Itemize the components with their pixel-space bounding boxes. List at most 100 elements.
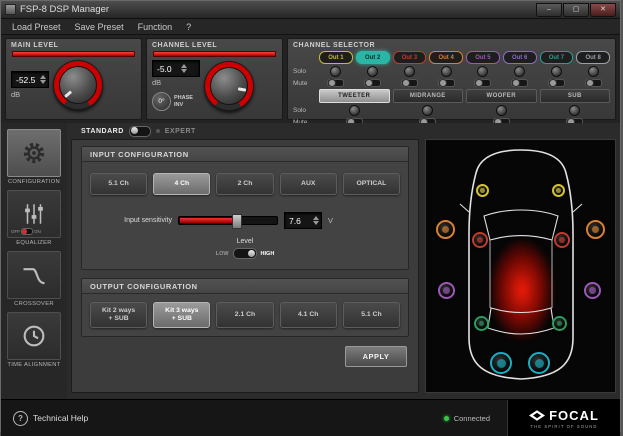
output-kit-3-ways-button[interactable]: Kit 3 ways + SUB (153, 302, 210, 328)
kit-sub-label: + SUB (108, 315, 128, 323)
speaker-rear-right[interactable] (584, 282, 601, 299)
out-8-button[interactable]: Out 8 (576, 51, 610, 64)
mute-toggle-out-4[interactable] (438, 79, 455, 87)
mute-toggle-out-5[interactable] (474, 79, 491, 87)
mute-toggle-out-7[interactable] (548, 79, 565, 87)
speaker-rear-left[interactable] (438, 282, 455, 299)
standard-mode-label: STANDARD (81, 128, 124, 135)
input-sensitivity-spinner[interactable]: 7.6 (284, 212, 322, 229)
clock-icon (20, 322, 48, 350)
sidebar-item-crossover[interactable]: CROSSOVER (7, 251, 61, 307)
mode-toggle-row: STANDARD EXPERT (69, 123, 421, 139)
solo-knob-woofer[interactable] (496, 105, 507, 116)
spinner-up-icon[interactable] (181, 64, 187, 68)
solo-knob-out-8[interactable] (588, 66, 599, 77)
content-column: STANDARD EXPERT INPUT CONFIGURATION 5.1 … (69, 123, 421, 399)
solo-knob-out-6[interactable] (514, 66, 525, 77)
out-1-button[interactable]: Out 1 (319, 51, 353, 64)
main-level-panel: MAIN LEVEL -52.5 dB (5, 38, 142, 120)
spinner-up-icon[interactable] (40, 75, 46, 79)
input-2ch-button[interactable]: 2 Ch (216, 173, 273, 195)
solo-knob-midrange[interactable] (422, 105, 433, 116)
speaker-front-tweeter-left[interactable] (476, 184, 489, 197)
solo-knob-out-5[interactable] (477, 66, 488, 77)
menu-help[interactable]: ? (179, 22, 198, 32)
input-sensitivity-label: Input sensitivity (108, 217, 172, 224)
window-title: FSP-8 DSP Manager (20, 4, 535, 15)
mute-toggle-out-1[interactable] (327, 79, 344, 87)
speaker-sub-right[interactable] (528, 352, 550, 374)
main-level-value-spinner[interactable]: -52.5 (11, 71, 49, 88)
menu-function[interactable]: Function (131, 22, 180, 32)
out-5-button[interactable]: Out 5 (466, 51, 500, 64)
status-bar: ? Technical Help Connected FOCAL THE SPI… (1, 399, 620, 436)
channel-level-value-spinner[interactable]: -5.0 (152, 60, 200, 77)
solo-knob-sub[interactable] (569, 105, 580, 116)
mute-toggle-out-3[interactable] (401, 79, 418, 87)
solo-knob-out-2[interactable] (367, 66, 378, 77)
menu-save-preset[interactable]: Save Preset (68, 22, 131, 32)
out-3-button[interactable]: Out 3 (393, 51, 427, 64)
speaker-front-woofer-right[interactable] (586, 220, 605, 239)
sidebar-item-configuration[interactable]: CONFIGURATION (7, 129, 61, 185)
mode-dot-icon (156, 129, 160, 133)
close-button[interactable]: ✕ (590, 3, 616, 17)
maximize-button[interactable]: ▢ (563, 3, 589, 17)
mute-toggle-out-6[interactable] (511, 79, 528, 87)
menu-load-preset[interactable]: Load Preset (5, 22, 68, 32)
solo-knob-out-3[interactable] (404, 66, 415, 77)
sidebar-item-time-alignment[interactable]: TIME ALIGNMENT (7, 312, 61, 368)
spinner-up-icon[interactable] (313, 216, 319, 220)
solo-knob-out-4[interactable] (441, 66, 452, 77)
speaker-rear-mid-left[interactable] (474, 316, 489, 331)
level-low-high-toggle[interactable] (233, 248, 257, 259)
input-4ch-button[interactable]: 4 Ch (153, 173, 210, 195)
channel-level-knob[interactable] (204, 61, 254, 111)
solo-knob-tweeter[interactable] (349, 105, 360, 116)
input-optical-button[interactable]: OPTICAL (343, 173, 400, 195)
solo-knob-out-1[interactable] (330, 66, 341, 77)
minimize-button[interactable]: – (536, 3, 562, 17)
eq-switch[interactable] (21, 228, 33, 235)
input-aux-button[interactable]: AUX (280, 173, 337, 195)
output-4-1ch-button[interactable]: 4.1 Ch (280, 302, 337, 328)
slider-handle[interactable] (232, 214, 242, 229)
out-7-button[interactable]: Out 7 (540, 51, 574, 64)
driver-woofer-button[interactable]: WOOFER (466, 89, 537, 103)
speaker-rear-mid-right[interactable] (552, 316, 567, 331)
focal-brand-text: FOCAL (549, 408, 599, 423)
solo-knob-out-7[interactable] (551, 66, 562, 77)
spinner-down-icon[interactable] (181, 69, 187, 73)
speaker-sub-left[interactable] (490, 352, 512, 374)
standard-expert-toggle[interactable] (129, 126, 151, 137)
main-level-knob[interactable] (53, 60, 103, 110)
technical-help[interactable]: ? Technical Help (13, 411, 88, 426)
speaker-front-woofer-left[interactable] (436, 220, 455, 239)
speaker-front-mid-right[interactable] (554, 232, 570, 248)
out-2-button[interactable]: Out 2 (356, 51, 390, 64)
speaker-front-tweeter-right[interactable] (552, 184, 565, 197)
mute-toggle-out-8[interactable] (585, 79, 602, 87)
speaker-front-mid-left[interactable] (472, 232, 488, 248)
out-6-button[interactable]: Out 6 (503, 51, 537, 64)
sidebar-item-equalizer[interactable]: OFF ON EQUALIZER (7, 190, 61, 246)
driver-midrange-button[interactable]: MIDRANGE (393, 89, 464, 103)
out-4-button[interactable]: Out 4 (429, 51, 463, 64)
slider-fill (180, 218, 235, 223)
input-5-1ch-button[interactable]: 5.1 Ch (90, 173, 147, 195)
mute-toggle-out-2[interactable] (364, 79, 381, 87)
apply-button[interactable]: APPLY (345, 346, 407, 367)
output-5-1ch-button[interactable]: 5.1 Ch (343, 302, 400, 328)
spinner-down-icon[interactable] (40, 80, 46, 84)
phase-invert-button[interactable]: 0° (152, 92, 171, 111)
output-2-1ch-button[interactable]: 2.1 Ch (216, 302, 273, 328)
output-kit-2-ways-button[interactable]: Kit 2 ways + SUB (90, 302, 147, 328)
equalizer-on-off-toggle[interactable]: OFF ON (11, 228, 41, 235)
driver-tweeter-button[interactable]: TWEETER (319, 89, 390, 103)
driver-sub-button[interactable]: SUB (540, 89, 611, 103)
channel-level-unit: dB (152, 78, 200, 87)
spinner-down-icon[interactable] (313, 221, 319, 225)
main-level-unit: dB (11, 90, 49, 99)
focal-diamond-icon (529, 410, 545, 421)
input-sensitivity-slider[interactable] (178, 216, 278, 225)
